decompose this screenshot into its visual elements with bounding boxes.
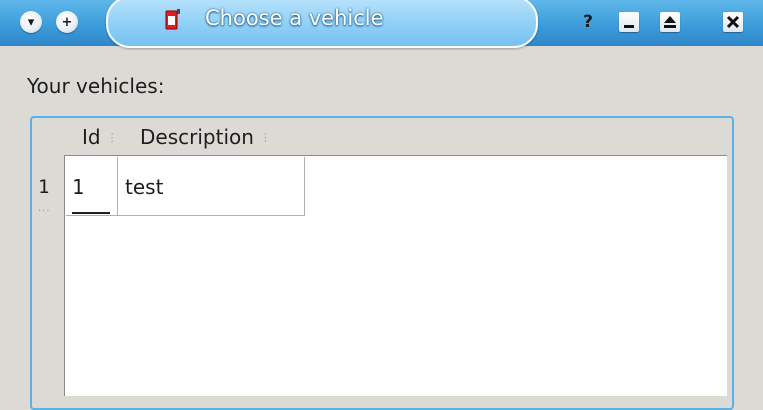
help-button[interactable]: ? [578, 12, 598, 32]
edit-cursor [72, 212, 110, 214]
minimize-button[interactable] [619, 12, 639, 32]
window-title: Choose a vehicle [205, 6, 384, 30]
cell-description-value: test [125, 175, 164, 199]
chevron-down-icon: ▾ [27, 14, 35, 30]
minimize-icon [624, 25, 634, 28]
app-icon [165, 9, 180, 30]
row-header[interactable]: 1 [38, 176, 49, 198]
close-icon [726, 15, 740, 29]
cell-id-value: 1 [72, 175, 85, 199]
add-button[interactable]: + [56, 11, 78, 33]
close-button[interactable] [723, 12, 743, 32]
row-resize-handle[interactable]: ··· [38, 206, 51, 217]
column-resize-handle[interactable]: ⋮ [260, 131, 271, 144]
shade-button[interactable] [660, 12, 680, 32]
help-icon: ? [583, 12, 593, 32]
eject-icon [664, 16, 676, 28]
column-header-description-label: Description [140, 125, 254, 149]
title-bar[interactable]: ▾ + Choose a vehicle ? [0, 0, 763, 48]
window-menu-button[interactable]: ▾ [20, 11, 42, 33]
column-header-id-label: Id [82, 125, 101, 149]
column-header-id[interactable]: Id ⋮ [82, 120, 118, 154]
plus-icon: + [61, 14, 73, 30]
table-cell-description[interactable]: test [118, 157, 305, 216]
column-header-description[interactable]: Description ⋮ [140, 120, 271, 154]
column-resize-handle[interactable]: ⋮ [107, 131, 118, 144]
vehicles-label: Your vehicles: [27, 74, 165, 98]
table-cell-id[interactable]: 1 [66, 157, 118, 216]
